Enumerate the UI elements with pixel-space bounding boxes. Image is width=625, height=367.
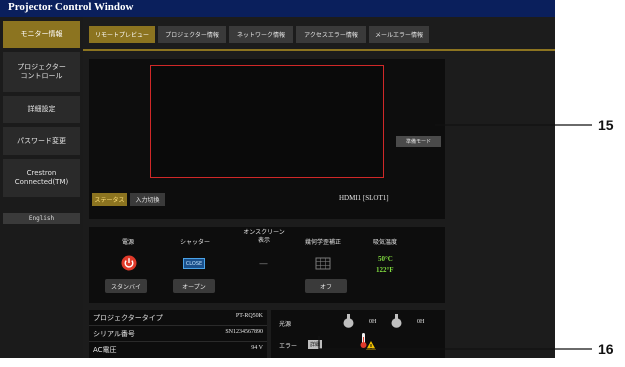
callout-15: 15 xyxy=(598,117,614,133)
callout-16: 16 xyxy=(598,341,614,357)
callout-lines xyxy=(318,124,592,350)
